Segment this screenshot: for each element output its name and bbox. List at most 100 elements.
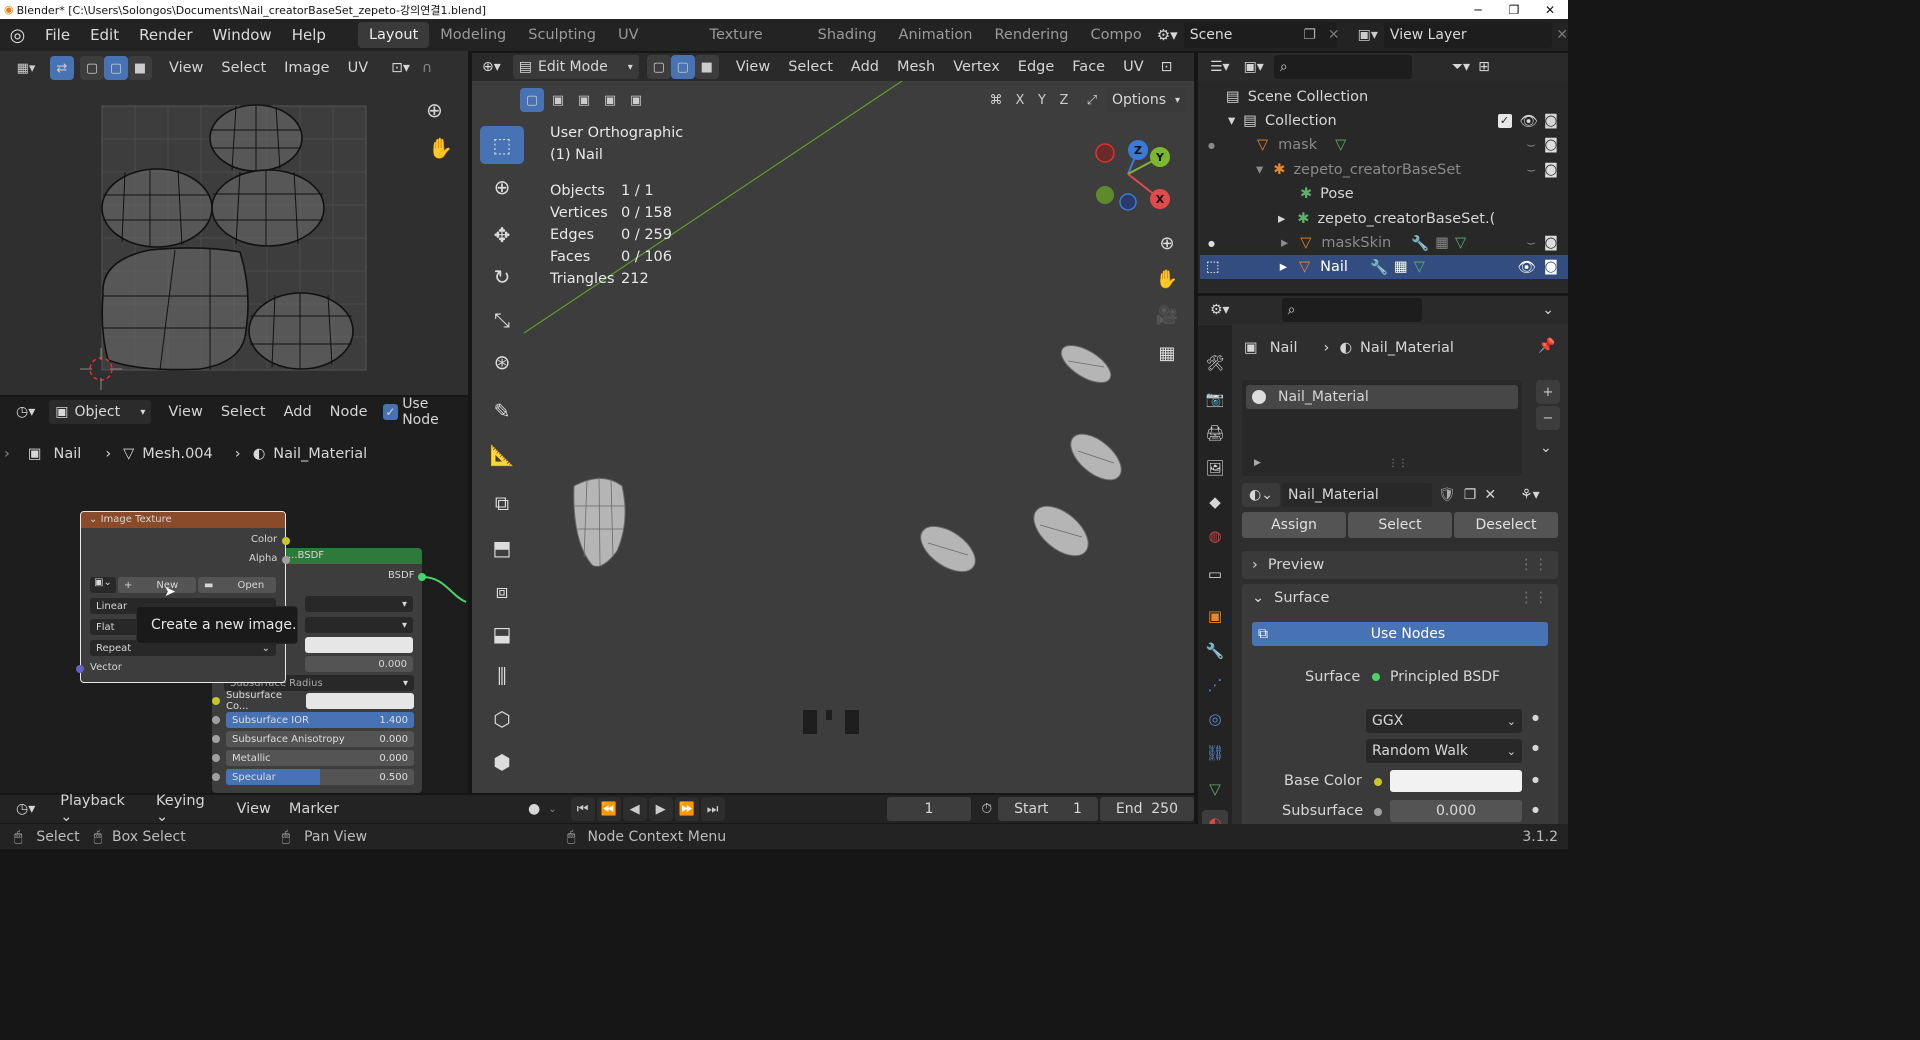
uv-menu-select[interactable]: Select [212,60,275,76]
uv-canvas[interactable] [0,90,468,390]
edge-select-icon[interactable]: ▢ [104,56,128,80]
menu-render[interactable]: Render [129,26,202,44]
face-mode-icon[interactable]: ■ [694,55,719,79]
tab-layout[interactable]: Layout [357,22,430,48]
viewport-menu-uv[interactable]: UV [1114,59,1153,75]
move-tool-icon[interactable]: ✥ [480,216,524,254]
uv-zoom-icon[interactable]: ⊕ [426,98,443,122]
scale-tool-icon[interactable]: ⤡ [480,301,524,339]
next-keyframe-icon[interactable]: ⏩ [674,797,699,821]
zoom-icon[interactable]: ⊕ [1152,228,1182,258]
menu-window[interactable]: Window [203,26,282,44]
object-mode-dropdown[interactable]: ▣ Object ▾ [49,400,152,424]
object-tab-icon[interactable]: ▣ [1202,603,1228,629]
viewport-menu-mesh[interactable]: Mesh [888,59,944,75]
vertex-mode-icon[interactable]: ▢ [646,55,671,79]
timeline-menu-marker[interactable]: Marker [280,801,348,817]
measure-tool-icon[interactable]: 📐 [480,436,524,474]
base-color-keyframe-dot[interactable]: ● [1532,775,1539,784]
subsurface-method-keyframe-dot[interactable]: ● [1532,743,1539,752]
subsurface-method-dropdown[interactable]: Random Walk ⌄ [1366,739,1522,763]
rotate-tool-icon[interactable]: ↻ [480,258,524,296]
outliner-row-collection[interactable]: ▾ ▤ Collection ✓ 👁 ◙ [1200,109,1568,133]
node-menu-add[interactable]: Add [275,404,321,420]
node-editor-type-icon[interactable]: ◷▾ [16,404,35,420]
uv-pan-icon[interactable]: ✋ [428,136,453,160]
collection-tab-icon[interactable]: ▭ [1202,561,1228,587]
preview-panel-header[interactable]: › Preview ⋮⋮ [1242,551,1558,579]
edit-mode-icon[interactable]: ⬚ [1206,259,1220,275]
link-mode-icon[interactable]: ⚘▾ [1520,487,1540,503]
tab-compositing[interactable]: Compo [1080,22,1153,48]
outliner-type-icon[interactable]: ☰▾ [1210,59,1230,75]
viewport-editor-type-icon[interactable]: ⊕▾ [482,59,501,75]
viewport-menu-vertex[interactable]: Vertex [944,59,1009,75]
bsdf-row-specular[interactable]: Specular 0.500 [212,769,414,785]
view-layer-field[interactable]: View Layer [1383,22,1553,48]
distribution-keyframe-dot[interactable]: ● [1532,713,1539,722]
outliner-row-zepeto-creatorbaseset[interactable]: ▾ ✱ zepeto_creatorBaseSet ⌣ ◙ [1200,158,1568,182]
outliner-row-maskskin[interactable]: ● ▸ ▽ maskSkin 🔧 ▦ ▽ ⌣ ◙ [1200,231,1568,255]
slot-specials-icon[interactable]: ⌄ [1540,440,1552,456]
blender-menu-icon[interactable]: ◎ [0,25,35,46]
ortho-grid-icon[interactable]: ▦ [1152,338,1182,368]
tab-rendering[interactable]: Rendering [983,22,1079,48]
timeline-editor-type-icon[interactable]: ◷▾ [16,801,35,817]
viewport-menu-face[interactable]: Face [1063,59,1114,75]
bsdf-row-subsurface-color[interactable]: Subsurface Co... [212,690,414,712]
distribution-dropdown[interactable]: GGX ⌄ [1366,709,1522,733]
view-layer-icon[interactable]: ▣▾ [1358,27,1378,43]
menu-help[interactable]: Help [282,26,336,44]
uv-menu-uv[interactable]: UV [339,60,378,76]
color-output-socket[interactable] [282,537,290,545]
material-slot-row[interactable]: Nail_Material [1246,385,1518,409]
close-window-button[interactable]: ✕ [1532,3,1568,17]
poly-build-tool-icon[interactable]: ⬢ [480,743,524,781]
surface-panel-header[interactable]: ⌄ Surface ⋮⋮ [1242,584,1558,612]
bsdf-color-field[interactable] [305,637,413,653]
remove-slot-button[interactable]: − [1536,406,1560,430]
use-nodes-checkbox[interactable]: ✓ [382,404,399,420]
base-color-swatch[interactable] [1390,770,1522,792]
outliner-row-nail[interactable]: ⬚ ▸ ▽ Nail 🔧 ▦ ▽ 👁 ◙ [1200,255,1568,279]
world-tab-icon[interactable]: ◍ [1202,523,1228,549]
subsurface-value-field[interactable]: 0.000 [1390,800,1522,822]
face-select-icon[interactable]: ■ [128,56,152,80]
select-box-tool-icon[interactable]: ⬚ [480,126,524,164]
timeline-menu-keying[interactable]: Keying ⌄ [147,793,228,825]
pivot-icon[interactable]: ⊡▾ [391,60,410,76]
prev-keyframe-icon[interactable]: ⏪ [596,797,621,821]
add-slot-button[interactable]: + [1536,380,1560,404]
edge-mode-icon[interactable]: ▢ [670,55,695,79]
assign-button[interactable]: Assign [1242,512,1346,538]
visibility-eye-icon[interactable]: 👁 [1520,113,1538,130]
vertex-select-icon[interactable]: ▢ [80,56,104,80]
view-layer-tab-icon[interactable]: 🖼 [1202,455,1228,481]
auto-keying-icon[interactable]: ● [528,801,540,817]
properties-options-icon[interactable]: ⌄ [1542,302,1554,318]
sync-selection-icon[interactable]: ⇄ [50,56,74,80]
duplicate-material-icon[interactable]: ❐ [1464,487,1477,503]
collapse-icon[interactable]: ⌄ [89,514,101,525]
menu-edit[interactable]: Edit [80,26,129,44]
outliner-row-pose[interactable]: ✱ Pose [1200,182,1568,206]
scene-tab-icon[interactable]: ◆ [1202,489,1228,515]
new-scene-icon[interactable]: ❐ [1303,27,1316,43]
physics-tab-icon[interactable]: ◎ [1202,706,1228,732]
modifier-tab-icon[interactable]: 🔧 [1202,638,1228,664]
subsurface-socket[interactable] [1374,808,1382,816]
bsdf-value-field[interactable]: 0.000 [305,656,413,672]
filter-icon[interactable]: ⏷▾ [1452,59,1470,75]
base-color-socket[interactable] [1374,778,1382,786]
new-collection-icon[interactable]: ⊞ [1478,59,1490,75]
expand-list-icon[interactable]: ▶ [1254,458,1261,468]
tab-texture-paint[interactable]: Texture Paint [699,22,807,69]
jump-end-icon[interactable]: ⏭ [700,797,725,821]
collection-checkbox[interactable]: ✓ [1497,114,1512,128]
hand-pan-icon[interactable]: ✋ [1152,264,1182,294]
tab-animation[interactable]: Animation [888,22,984,48]
timeline-menu-playback[interactable]: Playback ⌄ [51,793,147,825]
jump-start-icon[interactable]: ⏮ [570,797,595,821]
loop-cut-tool-icon[interactable]: ⫼ [480,657,524,695]
tab-shading[interactable]: Shading [807,22,888,48]
